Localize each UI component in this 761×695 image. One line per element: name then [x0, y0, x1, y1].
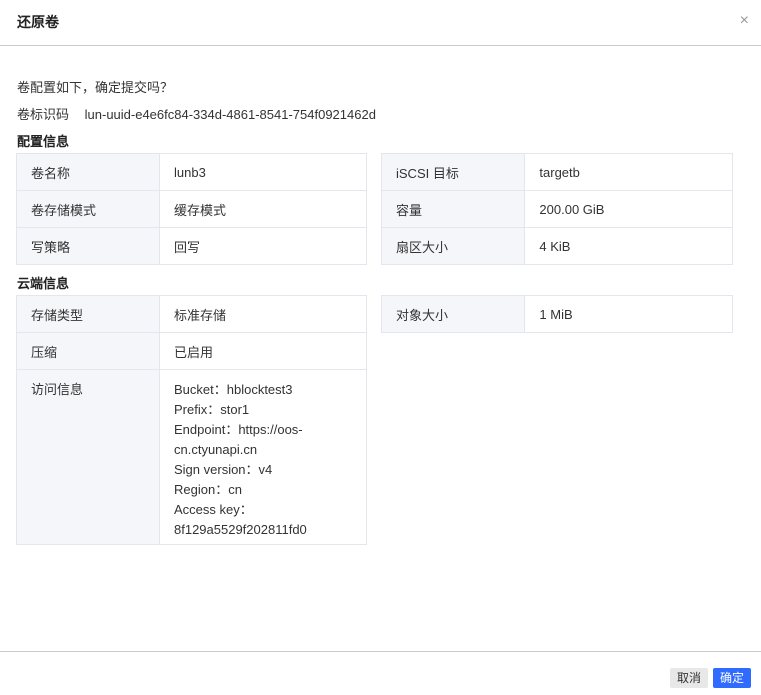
cloud-section-title: 云端信息: [17, 276, 70, 291]
dialog-title: 还原卷: [17, 14, 59, 30]
row-value: lunb3: [159, 153, 367, 191]
uuid-value: lun-uuid-e4e6fc84-334d-4861-8541-754f092…: [84, 107, 376, 122]
row-label: 存储类型: [16, 295, 160, 333]
access-line: Bucket：hblocktest3: [174, 382, 293, 397]
confirm-button[interactable]: 确定: [713, 668, 752, 688]
table-row: 对象大小 1 MiB: [380, 295, 733, 333]
row-label: 访问信息: [16, 369, 160, 545]
row-value: targetb: [524, 153, 733, 191]
row-label: 压缩: [16, 332, 160, 370]
config-table-right: iSCSI 目标 targetb 容量 200.00 GiB 扇区大小 4 KiB: [380, 153, 733, 265]
dialog-footer: 取消 确定: [0, 651, 761, 695]
access-line: Prefix：stor1: [174, 402, 250, 417]
row-label: 写策略: [16, 227, 160, 265]
config-table-left: 卷名称 lunb3 卷存储模式 缓存模式 写策略 回写: [16, 153, 367, 265]
config-section-title: 配置信息: [17, 134, 70, 149]
access-line: Region：cn: [174, 482, 242, 497]
table-row: 写策略 回写: [16, 227, 367, 265]
access-line: Endpoint：https://oos-cn.ctyunapi.cn: [174, 422, 303, 457]
row-value: 回写: [159, 227, 367, 265]
dialog-header: 还原卷 ×: [0, 0, 761, 46]
row-value: 标准存储: [159, 295, 367, 333]
table-row: 存储类型 标准存储: [16, 295, 367, 333]
access-line: Sign version：v4: [174, 462, 273, 477]
table-row: 容量 200.00 GiB: [380, 190, 733, 228]
table-row: 扇区大小 4 KiB: [380, 227, 733, 265]
row-label: 扇区大小: [380, 227, 526, 265]
access-line: Access key：8f129a5529f202811fd0: [174, 502, 307, 537]
row-label: 卷名称: [16, 153, 160, 191]
close-icon[interactable]: ×: [740, 12, 749, 30]
table-row: 卷名称 lunb3: [16, 153, 367, 191]
table-row: iSCSI 目标 targetb: [380, 153, 733, 191]
access-info: Bucket：hblocktest3 Prefix：stor1 Endpoint…: [159, 369, 367, 545]
row-label: 容量: [380, 190, 526, 228]
uuid-label: 卷标识码: [17, 107, 70, 122]
cloud-table-right: 对象大小 1 MiB: [380, 295, 733, 333]
table-row: 压缩 已启用: [16, 332, 367, 370]
row-label: 卷存储模式: [16, 190, 160, 228]
row-value: 4 KiB: [524, 227, 733, 265]
row-label: iSCSI 目标: [380, 153, 526, 191]
table-row: 访问信息 Bucket：hblocktest3 Prefix：stor1 End…: [16, 369, 367, 545]
row-value: 已启用: [159, 332, 367, 370]
row-value: 200.00 GiB: [524, 190, 733, 228]
volume-uuid: 卷标识码 lun-uuid-e4e6fc84-334d-4861-8541-75…: [17, 104, 376, 123]
row-label: 对象大小: [380, 295, 526, 333]
row-value: 缓存模式: [159, 190, 367, 228]
cloud-table-left: 存储类型 标准存储 压缩 已启用 访问信息 Bucket：hblocktest3 P…: [16, 295, 367, 545]
cancel-button[interactable]: 取消: [670, 668, 709, 688]
table-row: 卷存储模式 缓存模式: [16, 190, 367, 228]
confirm-prompt: 卷配置如下，确定提交吗？: [17, 80, 174, 95]
row-value: 1 MiB: [524, 295, 733, 333]
